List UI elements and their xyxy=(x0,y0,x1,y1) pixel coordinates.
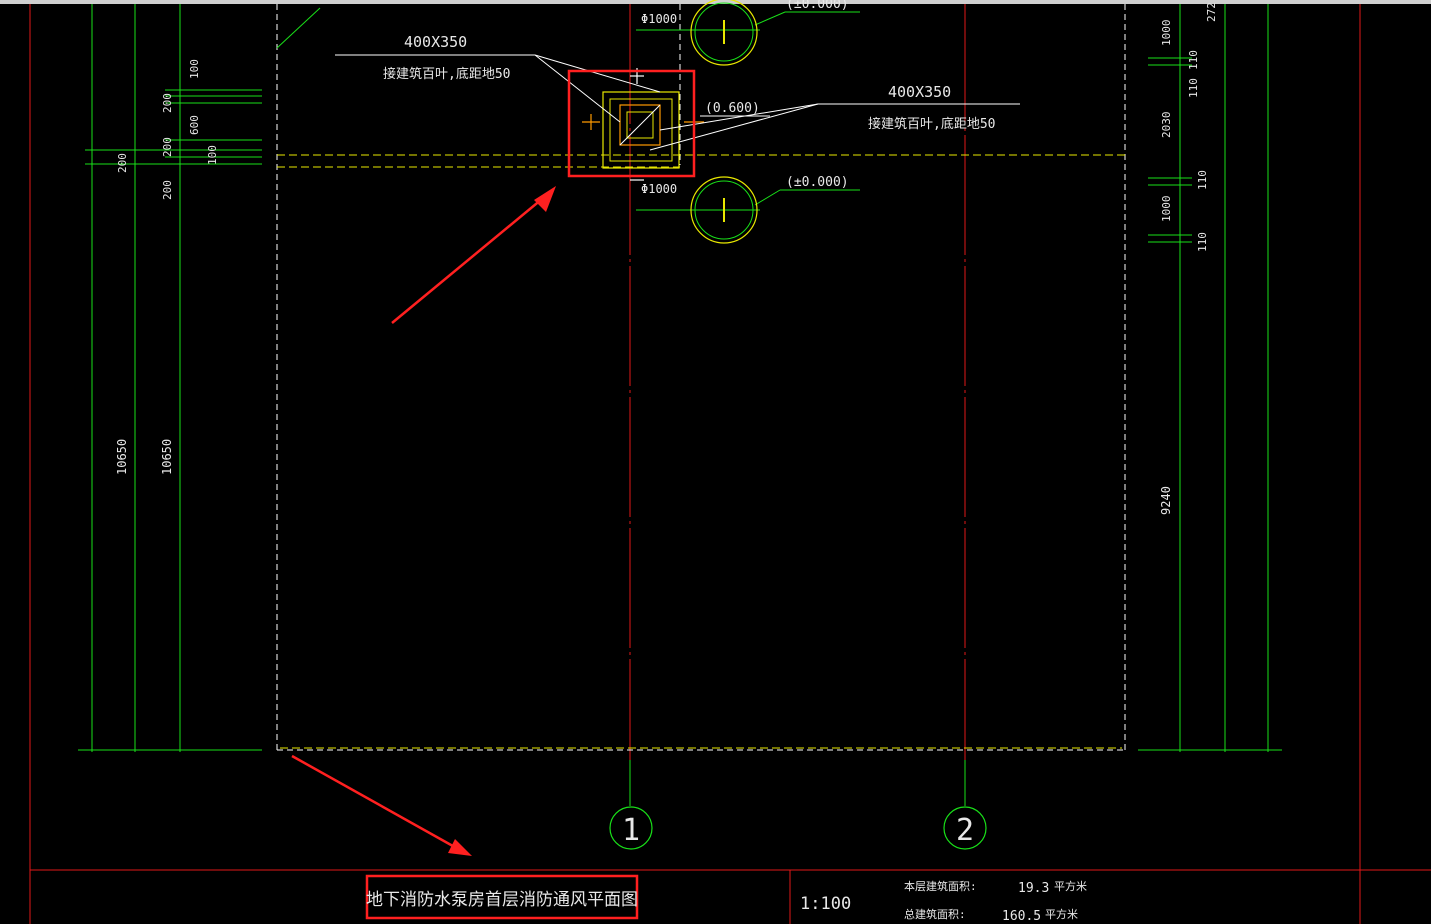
area-unit-total: 平方米 xyxy=(1045,907,1078,921)
pipe-diameter-bottom: Φ1000 xyxy=(641,182,677,196)
dim-right-small-1: 2030 xyxy=(1160,112,1173,139)
dim-left-small-2: 200 xyxy=(161,93,174,113)
dim-right-top-cut: 272 xyxy=(1205,2,1218,22)
highlight-box-vent xyxy=(567,69,696,178)
red-annotations xyxy=(291,69,696,920)
room-outline-yellow xyxy=(277,154,1125,749)
dim-left-small-3: 200 xyxy=(161,137,174,157)
dim-right-small-5: 110 xyxy=(1196,232,1209,252)
dim-left-outer: 10650 xyxy=(115,439,129,475)
area-value-floor: 19.3 xyxy=(1018,881,1049,896)
area-unit-floor: 平方米 xyxy=(1054,879,1087,893)
pipe-elevation-top: (±0.000) xyxy=(786,0,849,12)
pipe-elevation-bottom: (±0.000) xyxy=(786,175,849,190)
axis-bubbles xyxy=(609,806,987,850)
area-value-total: 160.5 xyxy=(1002,909,1041,924)
axis-label-2: 2 xyxy=(956,813,974,848)
dim-right-small-3: 110 xyxy=(1187,78,1200,98)
cad-drawing-canvas: 400X350 接建筑百叶,底距地50 400X350 接建筑百叶,底距地50 … xyxy=(0,0,1431,924)
drawing-frame xyxy=(29,4,1431,924)
dim-left-small-0: 200 xyxy=(116,153,129,173)
dim-left-small-5: 100 xyxy=(188,59,201,79)
vent-1-note: 接建筑百叶,底距地50 xyxy=(383,66,510,82)
green-leaders xyxy=(276,7,966,806)
vent-shaft-symbol xyxy=(582,68,704,181)
left-dimension-lines xyxy=(78,4,262,752)
dim-left-inner: 10650 xyxy=(160,439,174,475)
axis-label-1: 1 xyxy=(622,813,640,848)
vent-1-size: 400X350 xyxy=(404,33,467,51)
dim-right-small-2: 1000 xyxy=(1160,196,1173,223)
vent-elevation: (0.600) xyxy=(705,101,760,116)
drawing-title: 地下消防水泵房首层消防通风平面图 xyxy=(366,890,638,910)
arrow-to-vent xyxy=(391,193,549,324)
arrow-to-title xyxy=(291,754,461,852)
vent-2-size: 400X350 xyxy=(888,83,951,101)
pipe-diameter-top: Φ1000 xyxy=(641,12,677,26)
dim-left-small-6: 100 xyxy=(206,145,219,165)
dim-right-small-0: 1000 xyxy=(1160,20,1173,47)
area-label-floor: 本层建筑面积: xyxy=(904,879,977,893)
drawing-scale: 1:100 xyxy=(800,894,851,914)
vent-2-note: 接建筑百叶,底距地50 xyxy=(868,116,995,132)
dim-right-small-4: 110 xyxy=(1196,170,1209,190)
area-label-total: 总建筑面积: xyxy=(904,907,966,921)
dim-left-small-1: 200 xyxy=(161,180,174,200)
dim-right-small-6: 110 xyxy=(1187,50,1200,70)
dim-left-small-4: 600 xyxy=(188,115,201,135)
dim-right-main: 9240 xyxy=(1159,486,1173,515)
